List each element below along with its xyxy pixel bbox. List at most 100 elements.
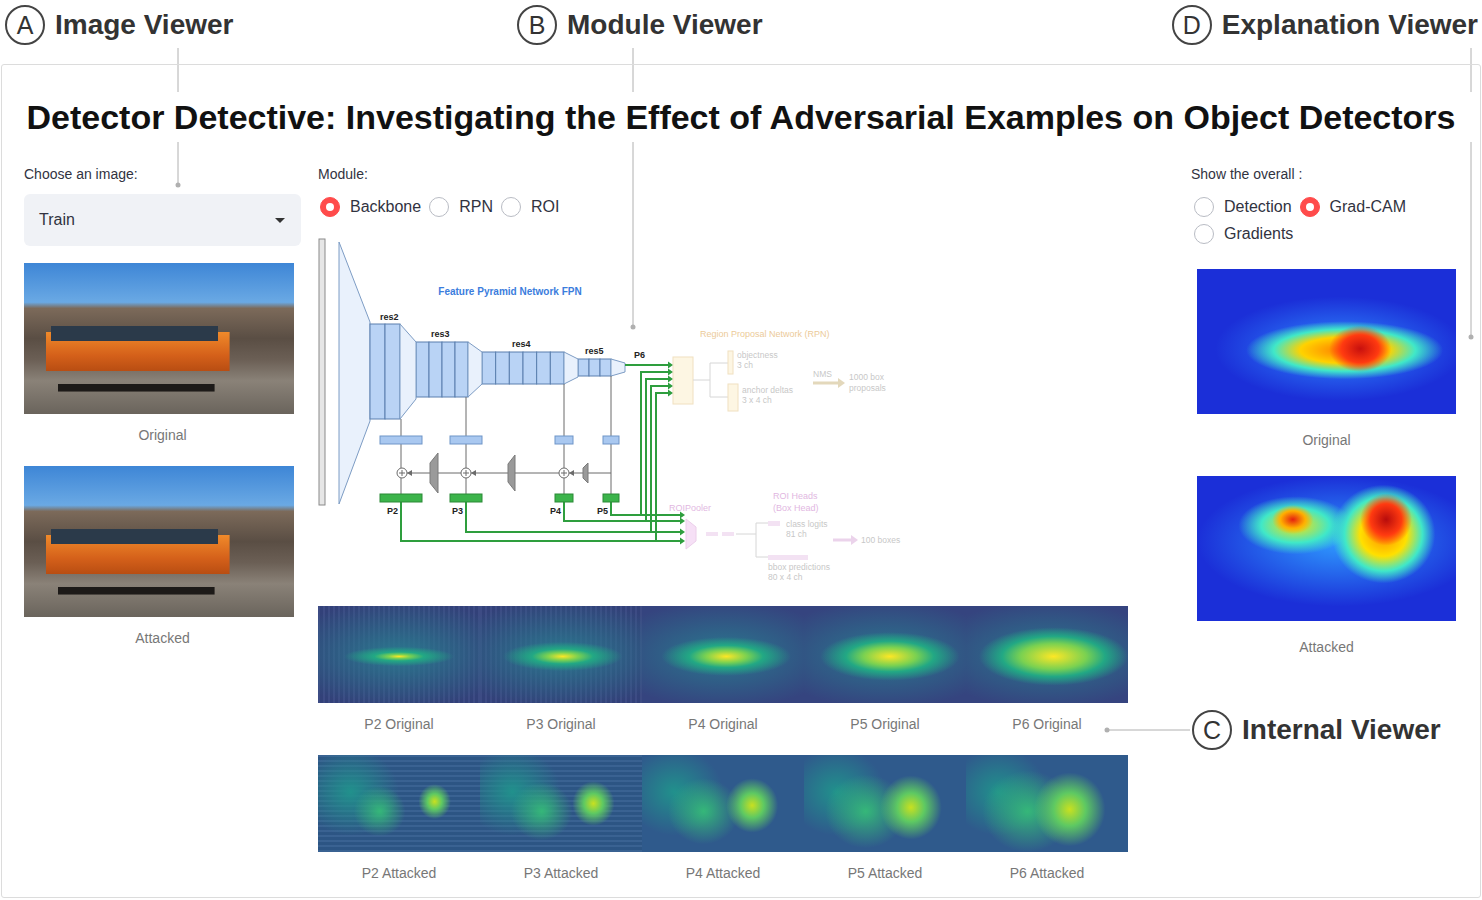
sum-mark xyxy=(564,470,565,476)
fpn-output-box xyxy=(555,494,573,502)
radio-label[interactable]: Detection xyxy=(1224,197,1292,217)
diagram-label: 100 boxes xyxy=(861,535,900,545)
radio-option[interactable]: Gradients xyxy=(1194,223,1293,245)
arrow-head xyxy=(838,378,845,388)
sum-node xyxy=(397,468,407,478)
arrow-head xyxy=(569,470,574,476)
upsample-block xyxy=(583,463,588,483)
radio-label[interactable]: ROI xyxy=(531,197,559,217)
feature-map xyxy=(480,755,642,852)
callout-line xyxy=(178,142,179,184)
callout-label: Image Viewer xyxy=(55,9,233,41)
output-route xyxy=(646,379,668,521)
diagram-label: bbox predictions xyxy=(768,562,830,572)
radio-label[interactable]: Backbone xyxy=(350,197,421,217)
backbone-group: res2res3res4res5Feature Pyramid Network … xyxy=(319,239,685,545)
input-bar xyxy=(319,239,325,505)
callout-letter: A xyxy=(5,5,45,45)
diagram-label: class logits xyxy=(786,519,828,529)
arrow-head xyxy=(668,383,673,390)
objectness-box xyxy=(728,351,733,374)
radio-option[interactable]: Grad-CAM xyxy=(1300,196,1406,218)
stage-funnel xyxy=(564,352,578,384)
callout-line xyxy=(178,48,179,92)
fc-layer xyxy=(722,532,734,536)
diagram-label: (Box Head) xyxy=(773,503,819,513)
diagram-label: 3 x 4 ch xyxy=(742,395,772,405)
diagram-label: P2 xyxy=(387,506,398,516)
feature-map xyxy=(642,755,804,852)
dropdown-arrow-icon[interactable] xyxy=(275,218,285,223)
feature-caption: P4 Original xyxy=(642,715,804,733)
feature-caption-row: P2 OriginalP3 OriginalP4 OriginalP5 Orig… xyxy=(318,703,1128,733)
radio-option[interactable]: RPN xyxy=(429,196,493,218)
roi-connector xyxy=(736,523,768,557)
dropdown-value[interactable]: Train xyxy=(39,211,75,229)
stage-funnel xyxy=(468,342,482,397)
image-label: Choose an image: xyxy=(24,165,301,183)
radio-button[interactable] xyxy=(501,197,521,217)
diagram-label: Feature Pyramid Network FPN xyxy=(438,286,581,297)
callout-line xyxy=(1471,48,1472,92)
radio-button[interactable] xyxy=(320,197,340,217)
res-block xyxy=(537,352,551,384)
fpn-output-box xyxy=(450,494,482,502)
lateral-line xyxy=(564,444,565,468)
output-route xyxy=(466,502,680,532)
callout-dot xyxy=(631,325,636,330)
radio-label[interactable]: Grad-CAM xyxy=(1330,197,1406,217)
callout-line xyxy=(633,142,634,326)
feature-map xyxy=(966,755,1128,852)
architecture-diagram: res2res3res4res5Feature Pyramid Network … xyxy=(318,237,908,587)
upsample-block xyxy=(508,455,515,491)
res-block xyxy=(550,352,564,384)
radio-button[interactable] xyxy=(1194,224,1214,244)
radio-button[interactable] xyxy=(1300,197,1320,217)
callout: CInternal Viewer xyxy=(1192,710,1441,750)
lateral-line xyxy=(564,384,565,436)
radio-label[interactable]: RPN xyxy=(459,197,493,217)
conv-box xyxy=(380,436,422,444)
radio-option[interactable]: Backbone xyxy=(320,196,421,218)
radio-option[interactable]: ROI xyxy=(501,196,559,218)
radio-button[interactable] xyxy=(429,197,449,217)
gradcam-image xyxy=(1197,476,1456,621)
conv-box xyxy=(555,436,573,444)
gradcam-image xyxy=(1197,269,1456,414)
callout-label: Explanation Viewer xyxy=(1222,9,1478,41)
diagram-label: 1000 box xyxy=(849,372,885,382)
callout-dot xyxy=(1469,335,1474,340)
feature-map xyxy=(642,606,804,703)
callout-letter: B xyxy=(517,5,557,45)
module-viewer: Module:BackboneRPNROIres2res3res4res5Fea… xyxy=(318,165,1128,882)
arrow-head xyxy=(668,362,673,369)
diagram-label: res5 xyxy=(585,346,604,356)
rpn-box xyxy=(673,357,693,404)
feature-map xyxy=(966,606,1128,703)
output-route xyxy=(401,502,680,541)
callout-line xyxy=(1471,142,1472,336)
feature-caption: P5 Original xyxy=(804,715,966,733)
feature-caption: P2 Original xyxy=(318,715,480,733)
res-block xyxy=(578,359,589,376)
callout-dot xyxy=(176,183,181,188)
arrow-head xyxy=(407,470,412,476)
res-block xyxy=(442,342,455,397)
res-block xyxy=(429,342,442,397)
radio-option[interactable]: Detection xyxy=(1194,196,1292,218)
content: Choose an image:TrainOriginalAttackedMod… xyxy=(2,165,1480,882)
radio-label[interactable]: Gradients xyxy=(1224,224,1293,244)
callout: DExplanation Viewer xyxy=(1172,5,1478,45)
image-caption: Original xyxy=(24,426,301,444)
title-bar: Detector Detective: Investigating the Ef… xyxy=(2,65,1480,138)
radio-button[interactable] xyxy=(1194,197,1214,217)
image-dropdown[interactable]: Train xyxy=(24,194,301,246)
arrow-head xyxy=(680,538,685,545)
fpn-output-box xyxy=(380,494,422,502)
diagram-label: ROIPooler xyxy=(669,503,711,513)
diagram-label: NMS xyxy=(813,369,832,379)
explanation-viewer: Show the overall :DetectionGrad-CAMGradi… xyxy=(1191,165,1461,656)
upsample-block xyxy=(430,453,438,493)
radio-dot xyxy=(326,203,334,211)
arrow-head xyxy=(680,518,685,525)
